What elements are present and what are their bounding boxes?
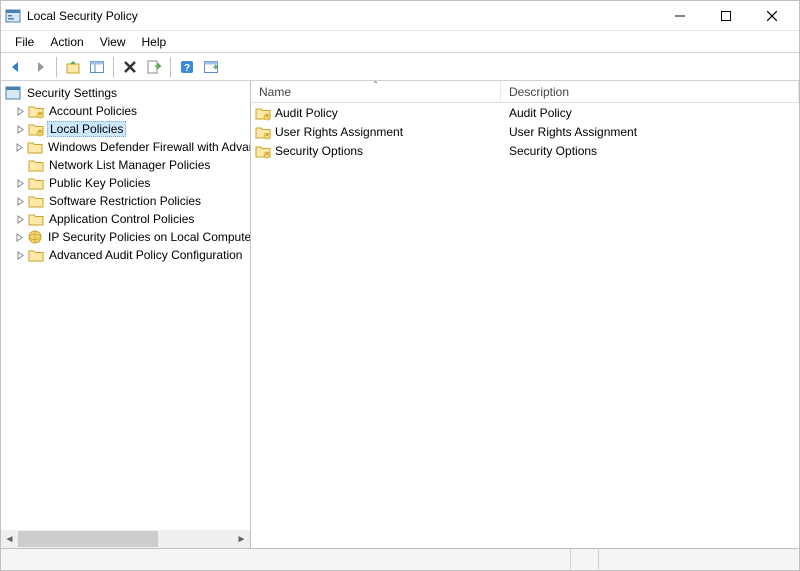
tree-node[interactable]: Network List Manager Policies: [1, 156, 250, 174]
expander-icon[interactable]: [15, 160, 25, 170]
column-header-name[interactable]: Name ⌃: [251, 81, 501, 102]
list-body[interactable]: Audit Policy Audit Policy User Rights Assi…: [251, 103, 799, 548]
folder-icon: [27, 139, 43, 155]
tree-body[interactable]: Security Settings Account Policies Local …: [1, 81, 250, 530]
expander-icon[interactable]: [15, 178, 25, 188]
folder-icon: [28, 247, 44, 263]
toolbar-separator: [170, 57, 171, 77]
back-button[interactable]: [5, 56, 27, 78]
column-name-label: Name: [259, 85, 291, 99]
expander-icon[interactable]: [15, 142, 24, 152]
menu-view[interactable]: View: [92, 33, 134, 51]
tree-node[interactable]: Advanced Audit Policy Configuration: [1, 246, 250, 264]
tree-root-label: Security Settings: [25, 86, 119, 100]
tree-node-label: Local Policies: [47, 121, 126, 137]
tree-root[interactable]: Security Settings: [1, 84, 250, 102]
status-panel-1: [1, 549, 571, 570]
list-cell-description: User Rights Assignment: [501, 125, 799, 139]
folder-icon: [28, 211, 44, 227]
list-item-name: Audit Policy: [275, 106, 338, 120]
globe-icon: [27, 229, 43, 245]
tree-pane: Security Settings Account Policies Local …: [1, 81, 251, 548]
folder-lock-icon: [255, 105, 271, 121]
tree-node[interactable]: Application Control Policies: [1, 210, 250, 228]
column-description-label: Description: [509, 85, 569, 99]
list-cell-name: User Rights Assignment: [251, 124, 501, 140]
titlebar: Local Security Policy: [1, 1, 799, 31]
tree-node[interactable]: Account Policies: [1, 102, 250, 120]
expander-icon[interactable]: [15, 124, 25, 134]
app-icon: [5, 8, 21, 24]
tree-node-label: Account Policies: [47, 104, 139, 118]
tree-node[interactable]: Software Restriction Policies: [1, 192, 250, 210]
main-split: Security Settings Account Policies Local …: [1, 81, 799, 548]
tree-node-label: Advanced Audit Policy Configuration: [47, 248, 244, 262]
close-button[interactable]: [749, 2, 795, 30]
folder-icon: [28, 157, 44, 173]
window-controls: [657, 2, 795, 30]
tree-node-label: Application Control Policies: [47, 212, 196, 226]
status-panel-3: [599, 549, 799, 570]
properties-button[interactable]: [200, 56, 222, 78]
folder-icon: [28, 193, 44, 209]
maximize-button[interactable]: [703, 2, 749, 30]
tree-node[interactable]: Public Key Policies: [1, 174, 250, 192]
help-button[interactable]: ?: [176, 56, 198, 78]
list-item-name: User Rights Assignment: [275, 125, 403, 139]
menu-action[interactable]: Action: [42, 33, 91, 51]
up-button[interactable]: [62, 56, 84, 78]
folder-icon: [28, 175, 44, 191]
expander-icon[interactable]: [15, 250, 25, 260]
list-header: Name ⌃ Description: [251, 81, 799, 103]
list-row[interactable]: Audit Policy Audit Policy: [251, 103, 799, 122]
folder-lock-icon: [255, 143, 271, 159]
toolbar-separator: [56, 57, 57, 77]
list-cell-description: Audit Policy: [501, 106, 799, 120]
delete-button[interactable]: [119, 56, 141, 78]
tree-node-label: Network List Manager Policies: [47, 158, 212, 172]
folder-lock-icon: [28, 121, 44, 137]
svg-text:?: ?: [184, 63, 190, 74]
scroll-track[interactable]: [18, 531, 233, 547]
tree-node[interactable]: IP Security Policies on Local Computer: [1, 228, 250, 246]
list-cell-name: Security Options: [251, 143, 501, 159]
export-button[interactable]: [143, 56, 165, 78]
forward-button[interactable]: [29, 56, 51, 78]
tree-node-label: Windows Defender Firewall with Advanced …: [46, 140, 250, 154]
list-item-name: Security Options: [275, 144, 363, 158]
menu-file[interactable]: File: [7, 33, 42, 51]
toolbar: ?: [1, 53, 799, 81]
tree-node-label: Public Key Policies: [47, 176, 152, 190]
scroll-left-arrow[interactable]: ◄: [1, 531, 18, 547]
expander-icon[interactable]: [15, 232, 24, 242]
horizontal-scrollbar[interactable]: ◄ ►: [1, 530, 250, 548]
folder-lock-icon: [28, 103, 44, 119]
window-title: Local Security Policy: [27, 9, 657, 23]
minimize-button[interactable]: [657, 2, 703, 30]
menu-help[interactable]: Help: [134, 33, 175, 51]
scroll-right-arrow[interactable]: ►: [233, 531, 250, 547]
list-row[interactable]: User Rights Assignment User Rights Assign…: [251, 122, 799, 141]
show-hide-tree-button[interactable]: [86, 56, 108, 78]
statusbar: [1, 548, 799, 570]
menubar: File Action View Help: [1, 31, 799, 53]
expander-icon[interactable]: [15, 106, 25, 116]
list-pane: Name ⌃ Description Audit PolicyAudit Pol…: [251, 81, 799, 548]
scroll-thumb[interactable]: [18, 531, 158, 547]
toolbar-separator: [113, 57, 114, 77]
list-cell-description: Security Options: [501, 144, 799, 158]
tree-node[interactable]: Windows Defender Firewall with Advanced …: [1, 138, 250, 156]
tree-node-label: IP Security Policies on Local Computer: [46, 230, 250, 244]
sort-indicator-icon: ⌃: [372, 80, 379, 89]
tree-node[interactable]: Local Policies: [1, 120, 250, 138]
expander-icon[interactable]: [15, 196, 25, 206]
security-settings-icon: [5, 85, 21, 101]
folder-lock-icon: [255, 124, 271, 140]
list-cell-name: Audit Policy: [251, 105, 501, 121]
status-panel-2: [571, 549, 599, 570]
column-header-description[interactable]: Description: [501, 81, 799, 102]
list-row[interactable]: Security Options Security Options: [251, 141, 799, 160]
tree-node-label: Software Restriction Policies: [47, 194, 203, 208]
expander-icon[interactable]: [15, 214, 25, 224]
